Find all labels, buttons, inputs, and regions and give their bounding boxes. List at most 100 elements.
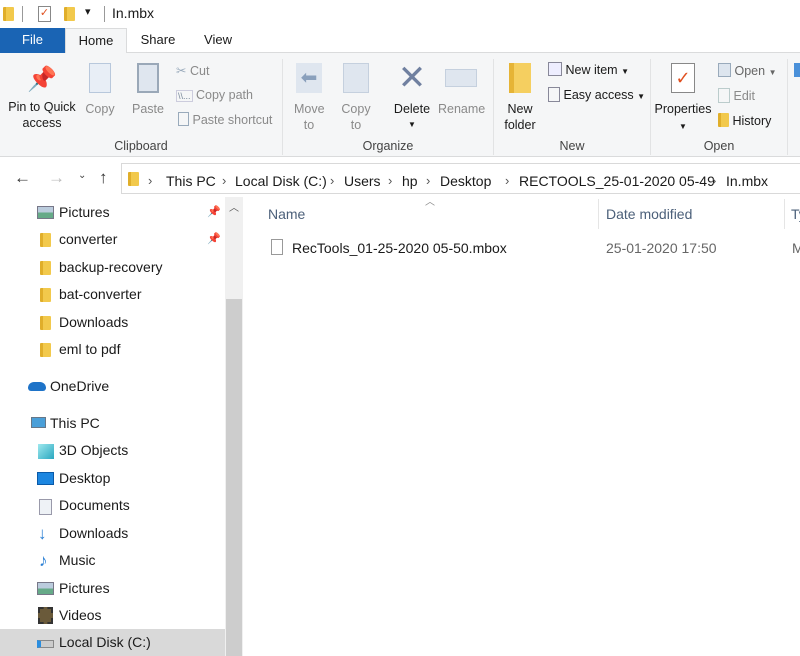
back-arrow-icon[interactable]: ← <box>14 168 31 188</box>
nav-item-videos[interactable]: Videos <box>0 602 225 629</box>
nav-item-documents[interactable]: Documents <box>0 492 225 519</box>
rename-button[interactable]: Rename <box>438 63 485 117</box>
chevron-right-icon[interactable]: › <box>505 173 509 188</box>
breadcrumb-in-mbx[interactable]: In.mbx <box>726 173 768 189</box>
file-list: ︿ Name Date modified Ty RecTools_01-25-2… <box>245 197 800 656</box>
copy-button[interactable]: Copy <box>84 63 116 117</box>
new-folder-button[interactable]: New folder <box>500 63 540 133</box>
column-header-name[interactable]: Name <box>268 206 305 222</box>
onedrive-cloud-icon <box>28 382 46 391</box>
breadcrumb-local-disk[interactable]: Local Disk (C:) <box>235 173 327 189</box>
tab-share[interactable]: Share <box>132 28 184 53</box>
nav-item-onedrive[interactable]: OneDrive <box>0 373 225 400</box>
divider <box>22 6 23 22</box>
paste-button[interactable]: Paste <box>128 63 168 117</box>
nav-label: Music <box>59 552 96 568</box>
desktop-icon <box>37 472 54 485</box>
forward-arrow-icon[interactable]: → <box>48 168 65 188</box>
pin-icon[interactable]: 📌 <box>207 226 221 253</box>
open-button[interactable]: Open ▼ <box>718 63 776 78</box>
nav-label: Local Disk (C:) <box>59 634 151 650</box>
new-folder-icon <box>509 63 531 93</box>
cut-button[interactable]: ✂ Cut <box>176 63 209 78</box>
up-arrow-icon[interactable]: ↑ <box>99 168 108 188</box>
nav-scrollbar[interactable]: ︿ <box>225 197 243 656</box>
nav-item-backup-recovery[interactable]: backup-recovery <box>0 254 225 281</box>
copy-label: Copy <box>85 102 115 116</box>
chevron-right-icon[interactable]: › <box>148 173 152 188</box>
chevron-right-icon[interactable]: › <box>222 173 226 188</box>
pin-to-quick-access-button[interactable]: 📌 Pin to Quick access <box>4 65 80 131</box>
new-item-button[interactable]: New item ▼ <box>548 62 629 77</box>
nav-item-downloads-quick[interactable]: Downloads <box>0 309 225 336</box>
delete-x-icon: ✕ <box>397 59 427 97</box>
nav-item-downloads[interactable]: ↓ Downloads <box>0 520 225 547</box>
nav-item-bat-converter[interactable]: bat-converter <box>0 281 225 308</box>
nav-item-music[interactable]: ♪ Music <box>0 547 225 574</box>
group-label-clipboard: Clipboard <box>114 139 168 153</box>
address-bar[interactable]: › This PC › Local Disk (C:) › Users › hp… <box>121 163 800 194</box>
easy-access-label: Easy access <box>563 88 634 102</box>
nav-item-this-pc[interactable]: This PC <box>0 410 225 437</box>
scroll-up-icon[interactable]: ︿ <box>229 199 239 214</box>
delete-button[interactable]: ✕ Delete ▼ <box>392 59 432 133</box>
navigation-pane: Pictures 📌 converter 📌 backup-recovery bat… <box>0 197 225 656</box>
tab-home[interactable]: Home <box>65 28 127 54</box>
nav-item-pictures-quick[interactable]: Pictures 📌 <box>0 199 225 226</box>
history-icon <box>718 113 729 127</box>
edit-button[interactable]: Edit <box>718 88 755 103</box>
nav-item-3d-objects[interactable]: 3D Objects <box>0 437 225 464</box>
move-to-icon: ⬅ <box>296 63 322 93</box>
file-row[interactable]: RecTools_01-25-2020 05-50.mbox 25-01-202… <box>265 235 800 262</box>
dropdown-arrow-icon: ▼ <box>637 92 646 101</box>
column-header-date-modified[interactable]: Date modified <box>606 206 692 222</box>
nav-item-local-disk[interactable]: Local Disk (C:) <box>0 629 225 656</box>
chevron-right-icon[interactable]: › <box>330 173 334 188</box>
nav-item-eml-to-pdf[interactable]: eml to pdf <box>0 336 225 363</box>
breadcrumb-rectools[interactable]: RECTOOLS_25-01-2020 05-49 <box>519 173 715 189</box>
copy-path-button[interactable]: \\... Copy path <box>176 88 253 102</box>
pin-icon: 📌 <box>27 66 57 93</box>
chevron-right-icon[interactable]: › <box>426 173 430 188</box>
column-header-type[interactable]: Ty <box>791 206 800 222</box>
move-to-button[interactable]: ⬅ Move to <box>290 63 328 133</box>
column-divider[interactable] <box>598 199 599 229</box>
pictures-icon <box>37 582 54 595</box>
edit-label: Edit <box>733 89 756 103</box>
scissors-icon: ✂ <box>176 64 187 78</box>
dropdown-arrow-icon: ▼ <box>768 68 777 77</box>
select-all-icon[interactable] <box>794 63 800 77</box>
breadcrumb-desktop[interactable]: Desktop <box>440 173 491 189</box>
nav-label: eml to pdf <box>59 341 121 357</box>
new-folder-quick-icon[interactable] <box>64 7 75 21</box>
nav-label: Pictures <box>59 204 110 220</box>
chevron-right-icon[interactable]: › <box>712 173 716 188</box>
properties-button[interactable]: ✓ Properties ▼ <box>654 63 712 135</box>
recent-locations-icon[interactable]: ⌄ <box>78 170 86 181</box>
pin-icon[interactable]: 📌 <box>207 199 221 226</box>
nav-item-desktop[interactable]: Desktop <box>0 465 225 492</box>
divider <box>787 59 788 155</box>
paste-shortcut-button[interactable]: Paste shortcut <box>178 112 272 127</box>
nav-label: bat-converter <box>59 286 142 302</box>
breadcrumb-this-pc[interactable]: This PC <box>166 173 216 189</box>
breadcrumb-users[interactable]: Users <box>344 173 381 189</box>
folder-icon <box>128 172 139 186</box>
folder-icon <box>40 233 51 247</box>
easy-access-button[interactable]: Easy access ▼ <box>548 87 645 102</box>
documents-icon <box>39 499 52 515</box>
nav-item-converter[interactable]: converter 📌 <box>0 226 225 253</box>
ribbon-tabs: File Home Share View <box>0 28 800 54</box>
scrollbar-thumb[interactable] <box>226 299 242 656</box>
tab-view[interactable]: View <box>192 28 244 53</box>
properties-quick-icon[interactable]: ✓ <box>38 6 51 22</box>
properties-icon: ✓ <box>671 63 695 93</box>
column-divider[interactable] <box>784 199 785 229</box>
breadcrumb-hp[interactable]: hp <box>402 173 418 189</box>
history-button[interactable]: History <box>718 113 771 128</box>
copy-to-button[interactable]: Copy to <box>338 63 374 133</box>
customize-toolbar-icon[interactable]: ▾ <box>85 5 91 18</box>
nav-item-pictures[interactable]: Pictures <box>0 575 225 602</box>
chevron-right-icon[interactable]: › <box>388 173 392 188</box>
tab-file[interactable]: File <box>0 28 65 53</box>
